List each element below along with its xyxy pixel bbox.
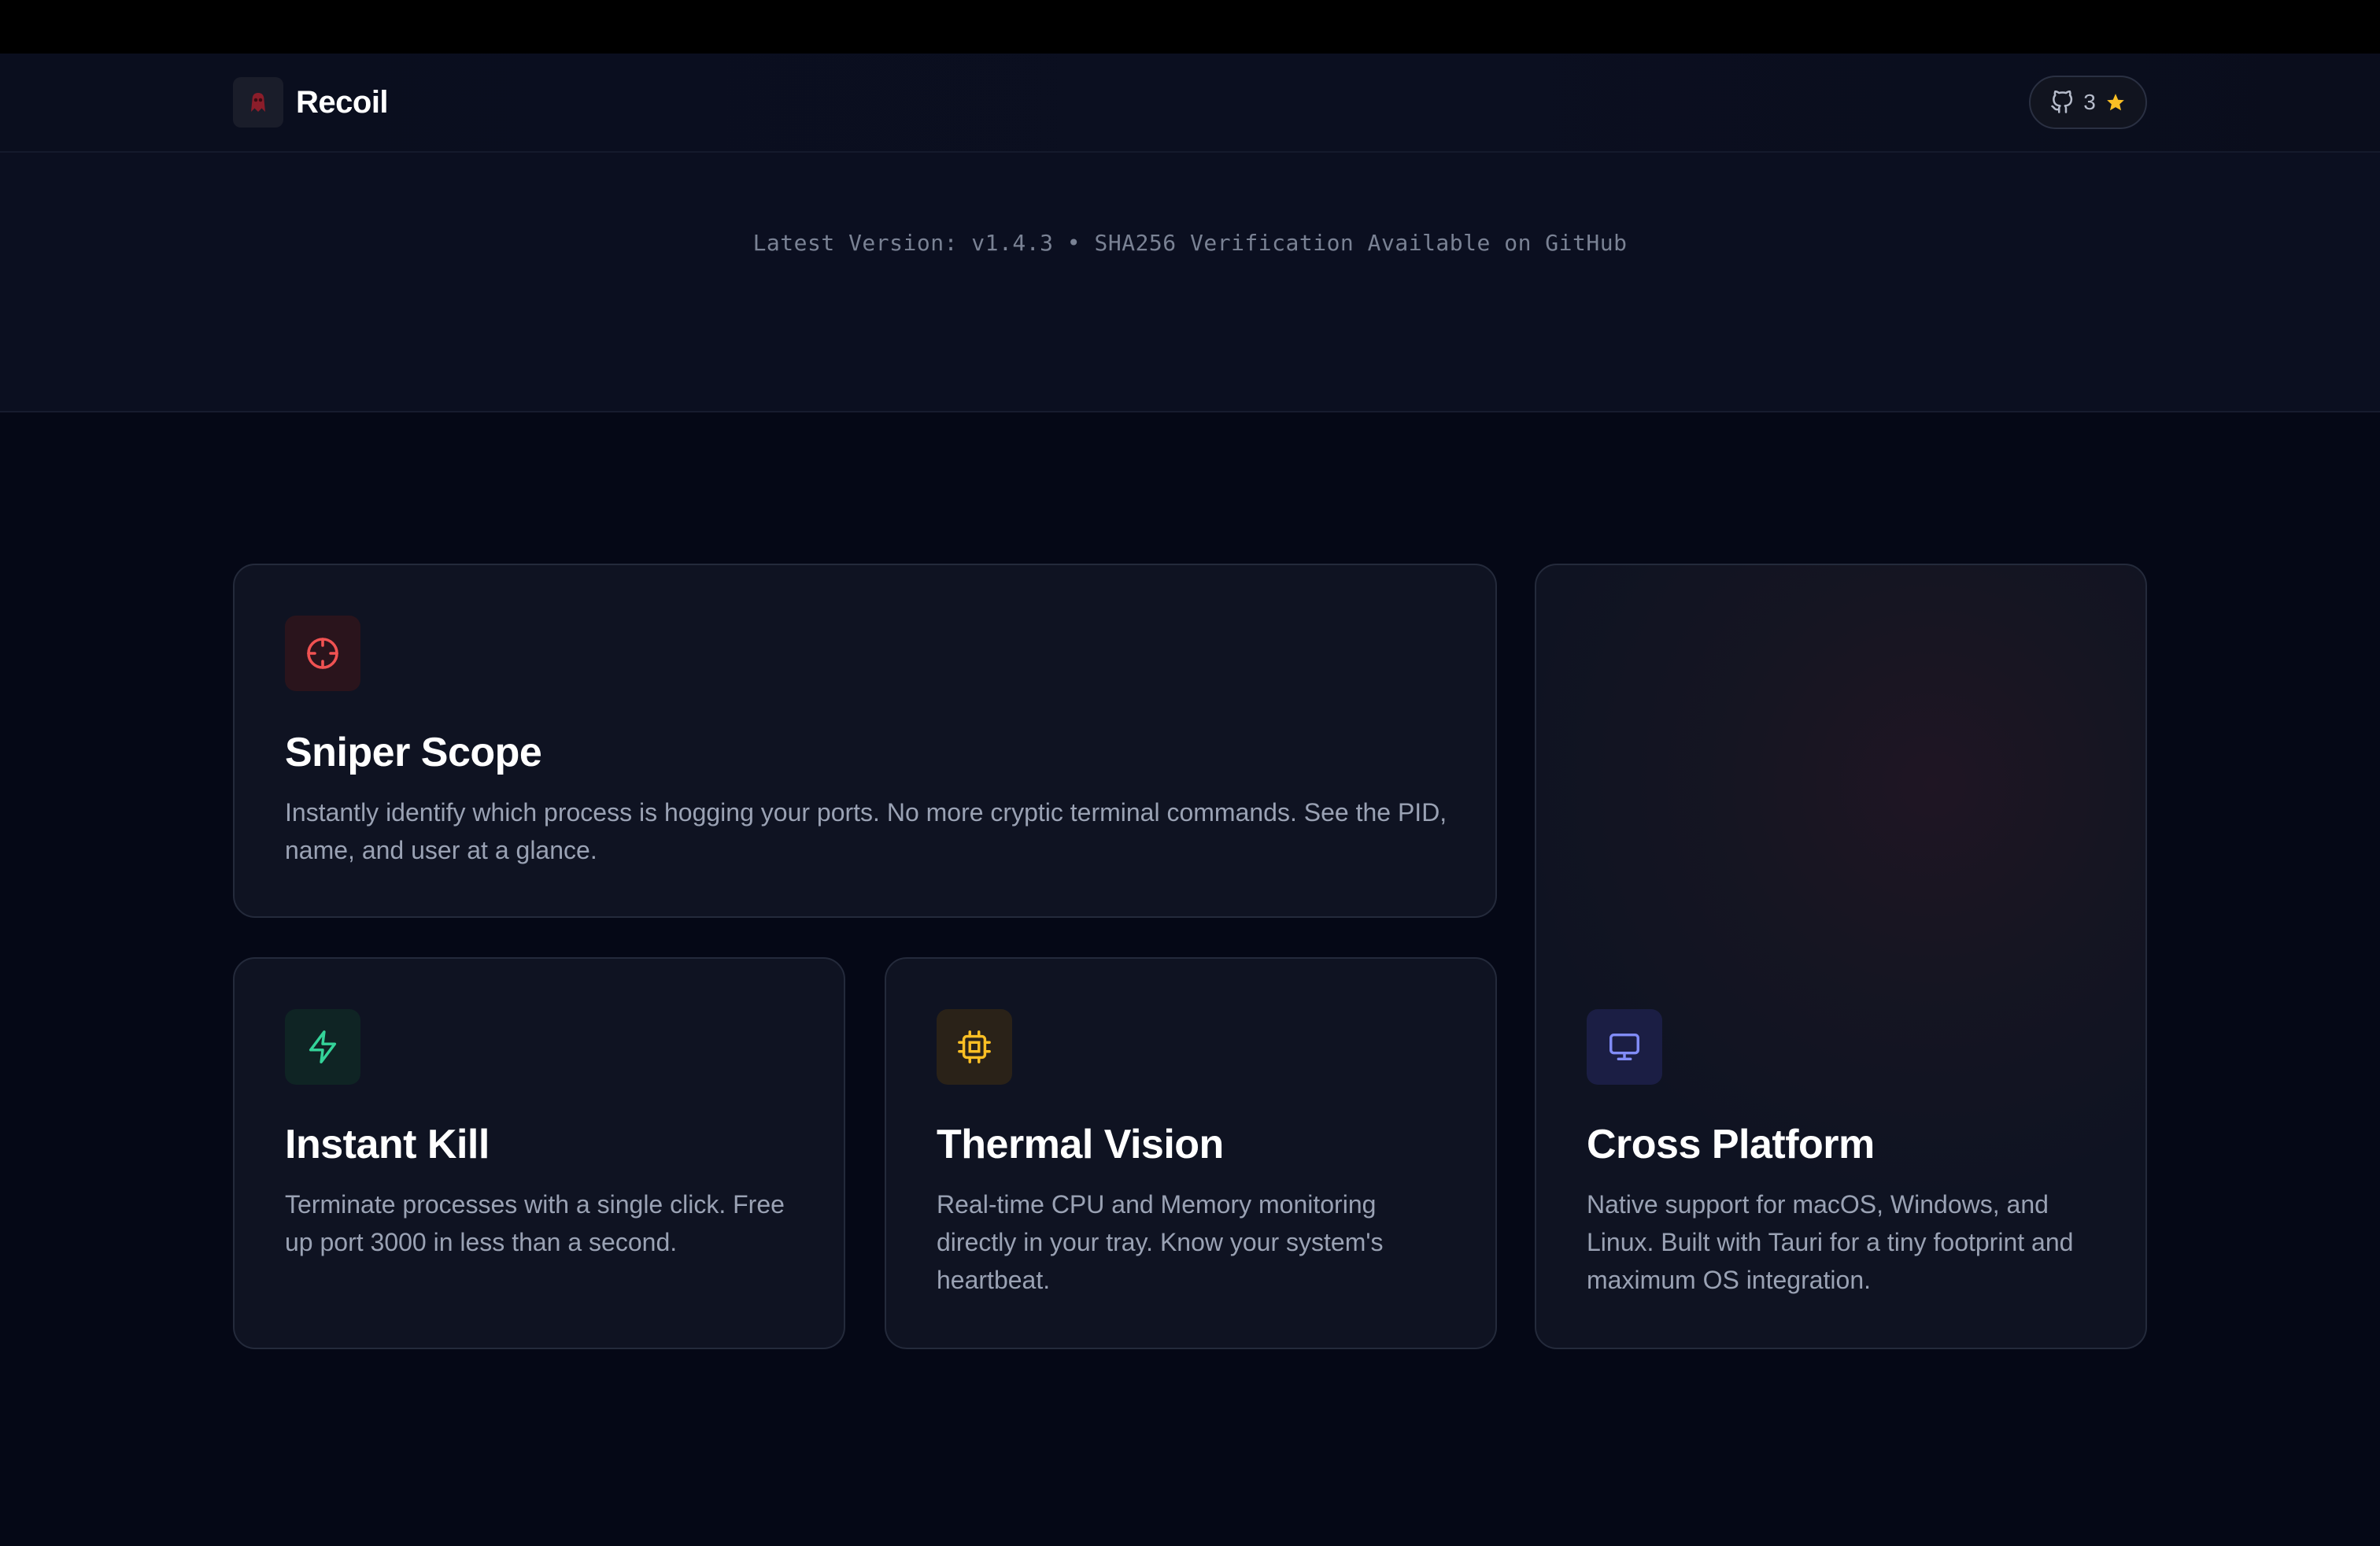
brand-link[interactable]: Recoil — [233, 77, 389, 128]
logo-icon — [233, 77, 283, 128]
feature-title: Thermal Vision — [937, 1122, 1224, 1167]
star-count: 3 — [2083, 90, 2096, 114]
feature-description: Terminate processes with a single click.… — [285, 1190, 785, 1256]
feature-title: Cross Platform — [1587, 1122, 1875, 1167]
feature-description: Instantly identify which process is hogg… — [285, 798, 1447, 864]
feature-description: Native support for macOS, Windows, and L… — [1587, 1190, 2074, 1294]
navbar: Recoil 3 — [0, 54, 2380, 153]
crosshair-icon — [285, 616, 360, 691]
window-top-bar — [0, 0, 2380, 54]
lightning-icon — [285, 1009, 360, 1085]
brand-name: Recoil — [296, 84, 389, 120]
feature-card-sniper-scope: Sniper Scope Instantly identify which pr… — [233, 564, 1497, 918]
version-info: Latest Version: v1.4.3 • SHA256 Verifica… — [752, 230, 1628, 256]
star-icon — [2106, 94, 2124, 111]
github-icon — [2051, 91, 2073, 113]
feature-title: Instant Kill — [285, 1122, 490, 1167]
feature-title: Sniper Scope — [285, 730, 542, 775]
feature-card-thermal-vision: Thermal Vision Real-time CPU and Memory … — [885, 957, 1497, 1349]
version-banner: Latest Version: v1.4.3 • SHA256 Verifica… — [0, 153, 2380, 412]
feature-card-cross-platform: Cross Platform Native support for macOS,… — [1535, 564, 2147, 1349]
monitor-icon — [1587, 1009, 1662, 1085]
github-stars-button[interactable]: 3 — [2029, 76, 2147, 129]
feature-description: Real-time CPU and Memory monitoring dire… — [937, 1190, 1384, 1294]
feature-card-instant-kill: Instant Kill Terminate processes with a … — [233, 957, 845, 1349]
cpu-icon — [937, 1009, 1012, 1085]
